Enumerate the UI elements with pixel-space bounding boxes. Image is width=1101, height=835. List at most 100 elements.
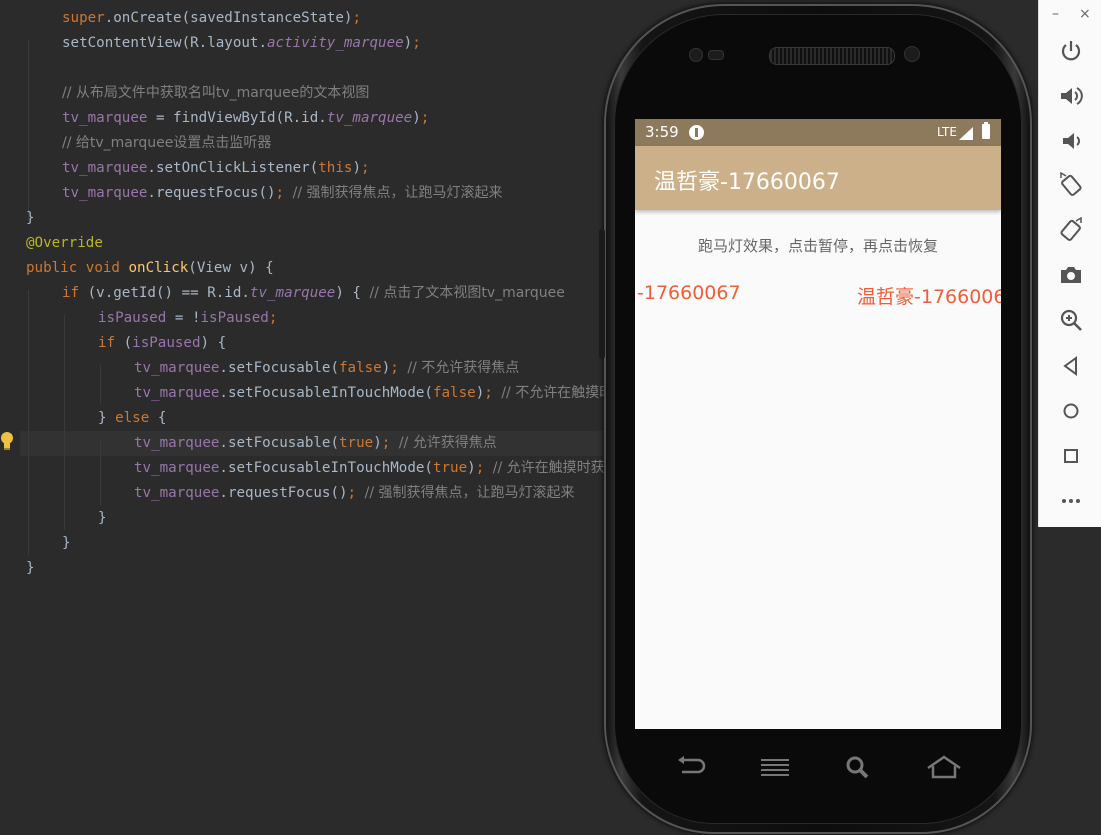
code-token: .requestFocus() — [219, 485, 348, 501]
code-token: .setFocusableInTouchMode( — [219, 460, 433, 476]
code-token: ; — [484, 385, 502, 401]
rotate-left-icon[interactable] — [1058, 172, 1084, 198]
code-token: . — [104, 10, 114, 26]
code-token: tv_marquee — [134, 360, 220, 376]
light-sensor-icon — [904, 46, 920, 62]
app-title: 温哲豪-17660067 — [654, 170, 840, 195]
code-token: ; — [381, 435, 399, 451]
code-token: } — [26, 560, 35, 576]
code-line[interactable]: isPaused = !isPaused; — [98, 306, 277, 331]
code-token: { — [157, 410, 167, 426]
code-token: false — [339, 360, 382, 376]
home-key-icon[interactable] — [924, 752, 964, 782]
search-key-icon[interactable] — [838, 752, 878, 782]
app-bar: 温哲豪-17660067 — [635, 146, 1001, 210]
code-line[interactable]: if (isPaused) { — [98, 331, 226, 356]
zoom-icon[interactable] — [1058, 307, 1084, 333]
code-token: tv_marquee — [134, 485, 220, 501]
code-line[interactable]: public void onClick(View v) { — [26, 256, 274, 281]
network-label: LTE — [937, 125, 957, 139]
code-token: activity_marquee — [267, 35, 404, 51]
code-token: ) — [412, 110, 421, 126]
code-token: ; — [275, 185, 293, 201]
back-icon[interactable] — [1058, 353, 1084, 379]
code-line[interactable]: tv_marquee.setFocusableInTouchMode(false… — [134, 381, 669, 406]
status-time: 3:59 — [645, 123, 679, 141]
code-token: .setFocusable( — [219, 360, 340, 376]
indent-guide — [100, 365, 101, 405]
code-token: // 允许获得焦点 — [398, 435, 497, 451]
code-line[interactable]: @Override — [26, 231, 103, 256]
code-line[interactable]: setContentView(R.layout.activity_marquee… — [62, 31, 421, 56]
indent-guide — [100, 440, 101, 505]
code-line[interactable]: } — [26, 206, 35, 231]
code-token: ; — [268, 310, 278, 326]
code-line[interactable]: } else { — [98, 406, 166, 431]
code-line[interactable]: tv_marquee.setFocusable(false); // 不允许获得… — [134, 356, 519, 381]
code-token: ) { — [335, 285, 370, 301]
code-token: onClick — [128, 260, 189, 276]
code-line[interactable]: // 给tv_marquee设置点击监听器 — [62, 131, 271, 156]
indent-guide — [28, 40, 29, 220]
code-token: tv_marquee — [62, 160, 148, 176]
overview-icon[interactable] — [1058, 443, 1084, 469]
volume-up-icon[interactable] — [1058, 83, 1084, 109]
code-line[interactable]: tv_marquee.requestFocus(); // 强制获得焦点，让跑马… — [134, 481, 575, 506]
code-token: = findViewById(R.id. — [147, 110, 327, 126]
battery-icon — [982, 122, 990, 139]
indent-guide — [64, 315, 65, 530]
menu-key-icon[interactable] — [755, 752, 795, 782]
more-icon[interactable] — [1058, 488, 1084, 514]
code-token: ) — [403, 35, 413, 51]
lightbulb-icon[interactable] — [0, 431, 14, 451]
code-line[interactable]: } — [62, 531, 71, 556]
code-token: setContentView(R.layout. — [62, 35, 267, 51]
code-line[interactable]: } — [26, 556, 35, 581]
home-icon[interactable] — [1058, 398, 1084, 424]
code-token: ) — [381, 360, 391, 376]
volume-down-icon[interactable] — [1058, 128, 1084, 154]
code-line[interactable]: // 从布局文件中获取名叫tv_marquee的文本视图 — [62, 81, 369, 106]
code-token: false — [432, 385, 476, 401]
camera-icon[interactable] — [1058, 262, 1084, 288]
code-token: // 点击了文本视图tv_marquee — [369, 285, 565, 301]
code-line[interactable]: super.onCreate(savedInstanceState); — [62, 6, 361, 31]
device-screen[interactable]: 3:59 LTE 温哲豪-17660067 跑马灯效果，点击暂停，再点击恢复 -… — [635, 119, 1001, 729]
notification-icon — [689, 125, 704, 140]
code-token: // 给tv_marquee设置点击监听器 — [62, 135, 272, 151]
code-token: ) — [467, 460, 476, 476]
code-token: onCreate(savedInstanceState) — [113, 10, 353, 26]
code-line[interactable]: tv_marquee.requestFocus(); // 强制获得焦点，让跑马… — [62, 181, 503, 206]
code-token: if — [62, 285, 88, 301]
code-token: ( — [123, 335, 133, 351]
code-token: isPaused — [200, 310, 269, 326]
code-line[interactable]: if (v.getId() == R.id.tv_marquee) { // 点… — [62, 281, 565, 306]
code-token: ) { — [200, 335, 227, 351]
marquee-text[interactable]: -17660067 — [637, 282, 741, 304]
code-line[interactable]: } — [98, 506, 107, 531]
code-line[interactable]: tv_marquee.setOnClickListener(this); — [62, 156, 370, 181]
indent-guide — [28, 290, 29, 555]
code-line[interactable]: tv_marquee.setFocusable(true); // 允许获得焦点 — [134, 431, 497, 456]
phone-side-button — [599, 229, 605, 359]
marquee-text-repeat[interactable]: 温哲豪-17660067 — [857, 282, 1001, 309]
code-token: this — [318, 160, 353, 176]
code-token: = ! — [166, 310, 201, 326]
close-button[interactable]: × — [1079, 6, 1091, 22]
minimize-button[interactable]: – — [1052, 6, 1059, 22]
code-token: // 强制获得焦点，让跑马灯滚起来 — [292, 185, 503, 201]
back-key-icon[interactable] — [672, 752, 712, 782]
code-token: ; — [390, 360, 408, 376]
code-token: ; — [347, 485, 365, 501]
code-token: tv_marquee — [326, 110, 413, 126]
earpiece — [769, 47, 895, 65]
code-token: } — [98, 410, 116, 426]
code-token: super — [62, 10, 105, 26]
signal-icon — [959, 127, 973, 140]
rotate-right-icon[interactable] — [1058, 217, 1084, 243]
code-line[interactable]: tv_marquee.setFocusableInTouchMode(true)… — [134, 456, 647, 481]
code-token: .setFocusable( — [219, 435, 340, 451]
code-line[interactable]: tv_marquee = findViewById(R.id.tv_marque… — [62, 106, 429, 131]
power-icon[interactable] — [1058, 38, 1084, 64]
code-token: (View v) { — [188, 260, 274, 276]
